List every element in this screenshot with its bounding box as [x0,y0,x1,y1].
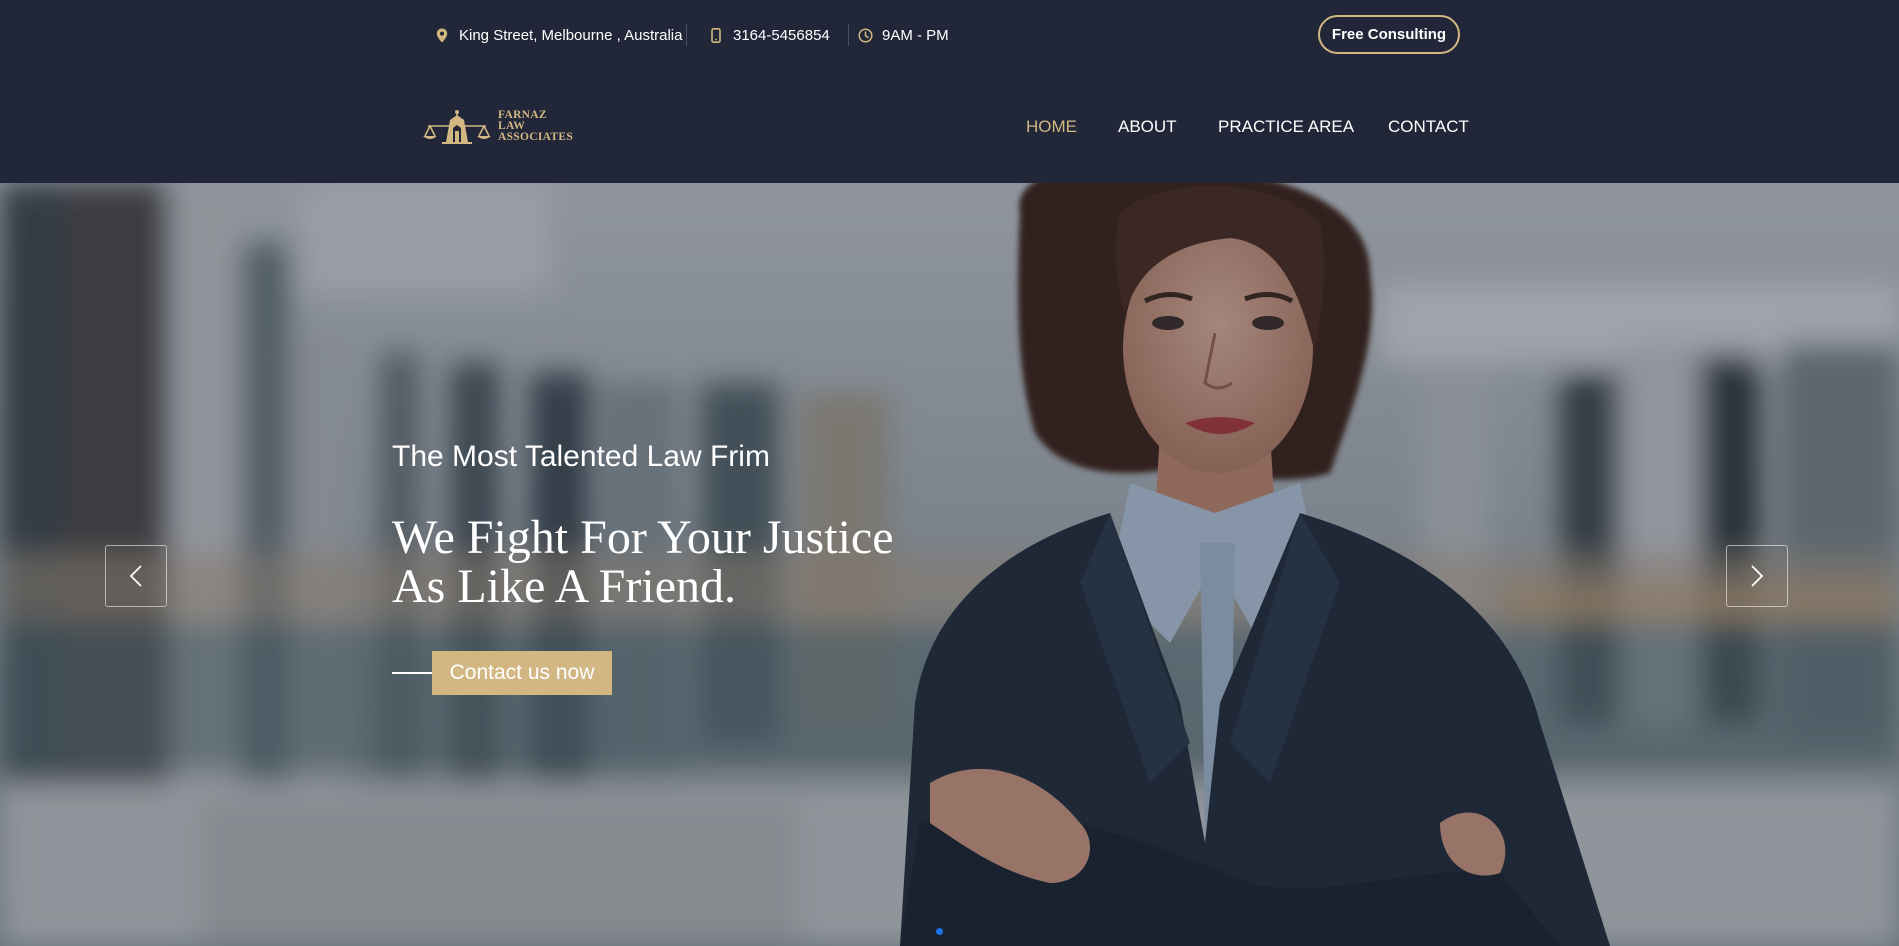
hours-text: 9AM - PM [882,26,949,44]
nav-home[interactable]: HOME [1026,117,1077,137]
slider-dot-active[interactable] [936,928,943,935]
contact-us-button[interactable]: Contact us now [432,651,612,695]
logo-line-law: LAW [498,119,526,132]
site-logo[interactable]: FARNAZ LAW ASSOCIATES [422,106,576,146]
divider [848,24,849,46]
nav-about[interactable]: ABOUT [1118,117,1177,137]
hero-subtitle: The Most Talented Law Frim [392,440,770,473]
phone-info: 3164-5456854 [708,24,830,46]
logo-line-farnaz: FARNAZ [498,108,547,121]
hero-title-line-2: As Like A Friend. [392,560,736,613]
main-navbar: FARNAZ LAW ASSOCIATES HOME ABOUT PRACTIC… [0,70,1899,183]
top-info-bar: King Street, Melbourne , Australia 3164-… [0,0,1899,70]
chevron-left-icon [129,565,142,587]
free-consulting-button[interactable]: Free Consulting [1318,15,1460,54]
logo-line-associates: ASSOCIATES [498,130,574,143]
slider-pagination [936,928,943,935]
address-info: King Street, Melbourne , Australia [434,24,682,46]
nav-contact[interactable]: CONTACT [1388,117,1469,137]
divider [686,24,687,46]
hero-slider: The Most Talented Law Frim We Fight For … [0,183,1899,946]
hours-info: 9AM - PM [857,24,949,46]
slider-prev-button[interactable] [105,545,167,607]
nav-practice-area[interactable]: PRACTICE AREA [1218,117,1354,137]
clock-icon [857,27,873,43]
cta-decorative-line [392,672,437,674]
address-text: King Street, Melbourne , Australia [459,26,683,44]
scales-of-justice-icon [423,110,491,144]
mobile-phone-icon [708,27,724,43]
logo-text: FARNAZ LAW ASSOCIATES [498,108,574,143]
hero-title: We Fight For Your Justice As Like A Frie… [392,513,992,611]
phone-text[interactable]: 3164-5456854 [733,27,830,44]
chevron-right-icon [1751,565,1764,587]
location-pin-icon [434,27,450,43]
slider-next-button[interactable] [1726,545,1788,607]
hero-title-line-1: We Fight For Your Justice [392,511,894,564]
